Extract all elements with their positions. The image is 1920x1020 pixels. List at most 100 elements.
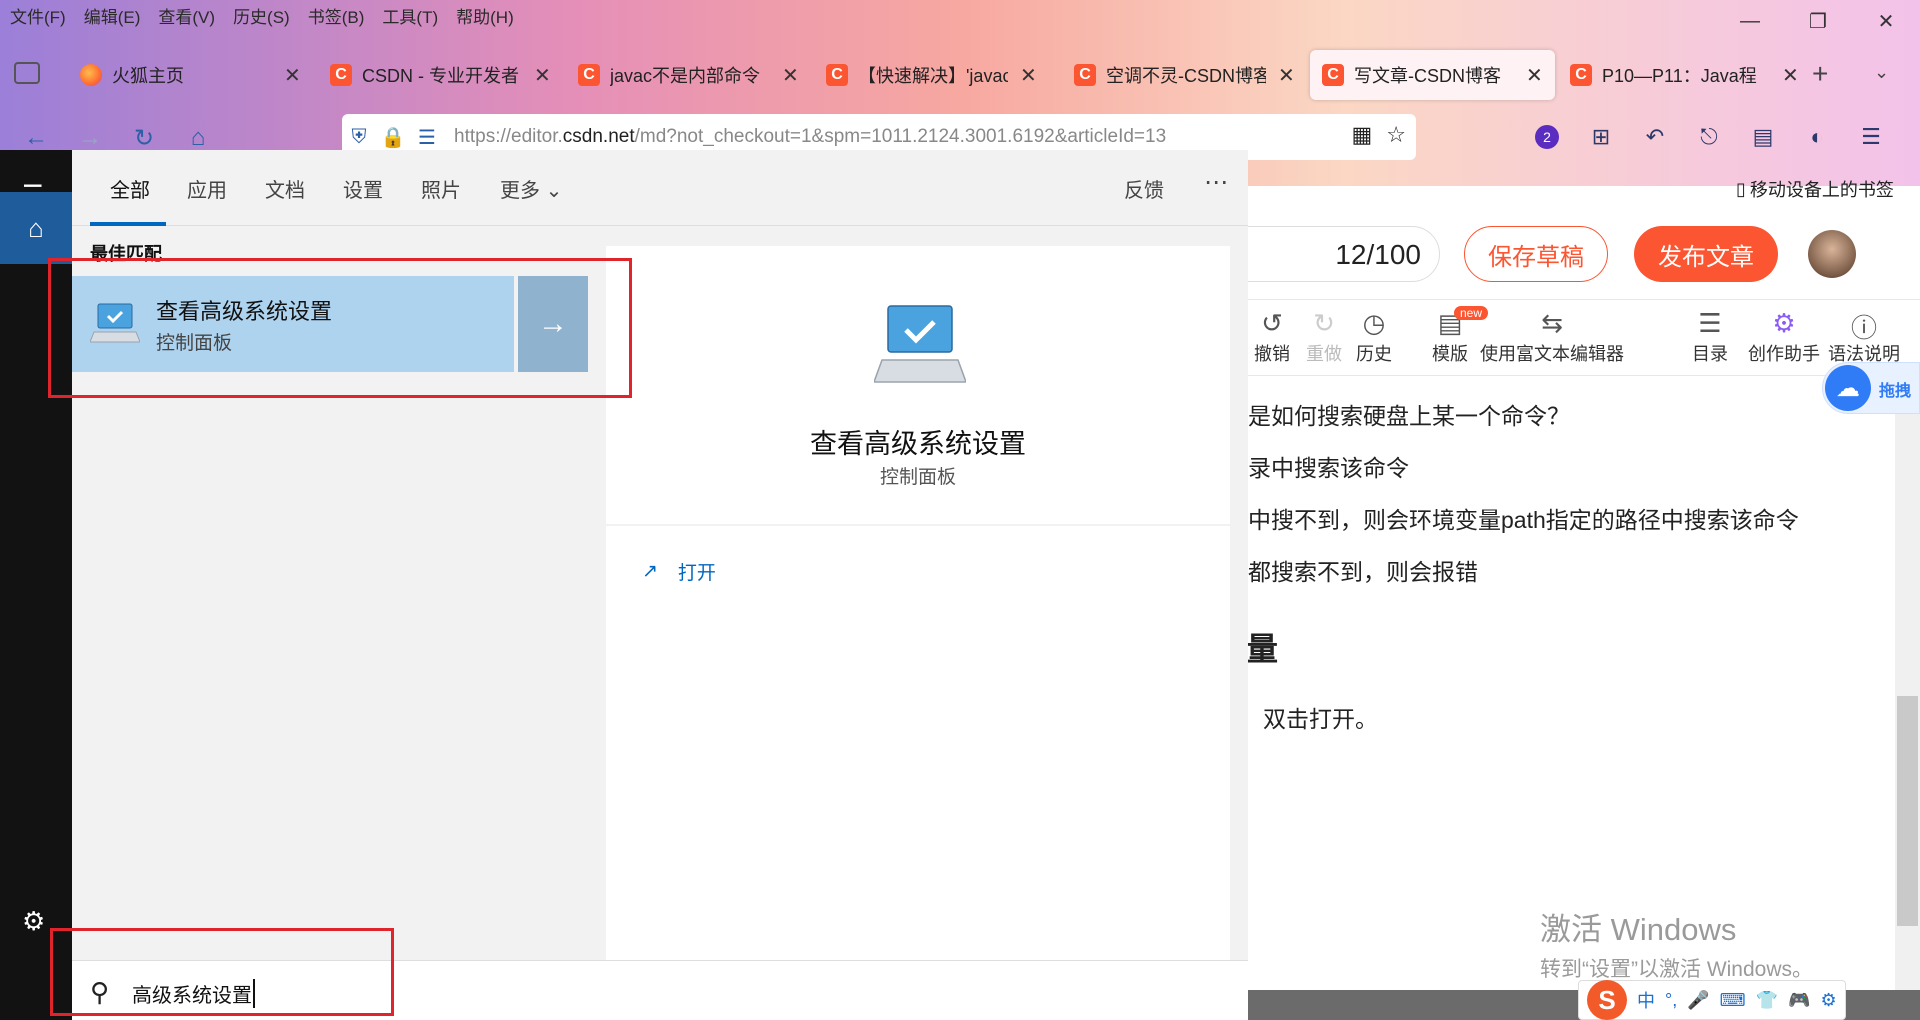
toc-icon: ☰	[1698, 308, 1722, 338]
tab-documents[interactable]: 文档	[265, 174, 305, 203]
minimize-icon[interactable]: —	[1716, 0, 1784, 42]
redo-button[interactable]: ↻ 重做	[1306, 308, 1342, 366]
url-text[interactable]: https://editor.csdn.net/md?not_checkout=…	[454, 126, 1324, 148]
activate-windows-watermark: 激活 Windows 转到“设置”以激活 Windows。	[1540, 904, 1813, 983]
tab-photos[interactable]: 照片	[421, 174, 461, 203]
robot-icon: ⚙	[1772, 308, 1796, 338]
scrollbar-thumb[interactable]	[1897, 696, 1918, 926]
ime-settings-icon[interactable]: ⚙	[1820, 990, 1836, 1011]
tab-list-chevron-icon[interactable]: ⌄	[1874, 62, 1889, 83]
close-tab-icon[interactable]: ✕	[534, 63, 551, 88]
extensions-puzzle-icon[interactable]: ⎋	[1692, 120, 1726, 154]
screenshot-crop-icon[interactable]: ⊞	[1584, 120, 1618, 154]
lock-icon[interactable]: 🔒	[376, 125, 410, 150]
article-content[interactable]: 是如何搜索硬盘上某一个命令？ 录中搜索该命令 中搜不到，则会环境变量path指定…	[1248, 390, 1799, 598]
tab-strip: 火狐主页 ✕ C CSDN - 专业开发者 ✕ C javac不是内部命令 ✕ …	[0, 48, 1920, 102]
close-tab-icon[interactable]: ✕	[1782, 63, 1799, 88]
tab-ac[interactable]: C 空调不灵-CSDN博客 ✕	[1074, 50, 1295, 100]
tab-label: 火狐主页	[112, 66, 184, 86]
tab-csdn-home[interactable]: C CSDN - 专业开发者 ✕	[330, 50, 551, 100]
editor-header: 12/100 保存草稿 发布文章	[1208, 206, 1920, 300]
avatar[interactable]	[1808, 230, 1856, 278]
close-tab-icon[interactable]: ✕	[782, 63, 799, 88]
drag-float-label: 拖拽	[1879, 383, 1912, 400]
tool-label: 撤销	[1254, 344, 1290, 364]
translate-icon[interactable]: ◐	[1800, 120, 1834, 154]
close-tab-icon[interactable]: ✕	[1278, 63, 1295, 88]
menu-file[interactable]: 文件(F)	[0, 0, 74, 28]
menu-help[interactable]: 帮助(H)	[446, 0, 522, 28]
content-line: 录中搜索该命令	[1248, 455, 1409, 481]
csdn-icon: C	[330, 64, 352, 86]
tab-settings[interactable]: 设置	[343, 174, 383, 203]
history-button[interactable]: ◷ 历史	[1356, 308, 1392, 366]
rich-text-editor-button[interactable]: ⇆ 使用富文本编辑器	[1480, 308, 1624, 366]
open-action[interactable]: ↗ 打开	[642, 558, 716, 585]
undo-icon: ↺	[1261, 308, 1283, 338]
keyboard-icon[interactable]: ⌨	[1720, 990, 1746, 1011]
close-tab-icon[interactable]: ✕	[1526, 63, 1543, 88]
switch-editor-icon: ⇆	[1541, 308, 1563, 338]
help-icon: ⓘ	[1850, 313, 1877, 343]
tab-label: 【快速解决】'javac	[858, 66, 1008, 86]
publish-button[interactable]: 发布文章	[1634, 226, 1778, 282]
tab-more[interactable]: 更多 ⌄	[500, 174, 562, 203]
tab-apps[interactable]: 应用	[187, 174, 227, 203]
tab-javac-1[interactable]: C javac不是内部命令 ✕	[578, 50, 799, 100]
computer-large-icon	[874, 305, 966, 383]
restore-icon[interactable]: ❐	[1784, 0, 1852, 42]
undo-button[interactable]: ↺ 撤销	[1254, 308, 1290, 366]
microphone-icon[interactable]: 🎤	[1687, 990, 1709, 1011]
open-external-icon: ↗	[642, 561, 658, 582]
new-tab-icon[interactable]: +	[1812, 58, 1828, 90]
permissions-icon[interactable]: ☰	[410, 125, 444, 150]
close-window-icon[interactable]: ✕	[1852, 0, 1920, 42]
toc-button[interactable]: ☰ 目录	[1692, 308, 1728, 366]
home-icon[interactable]: ⌂	[0, 192, 72, 264]
tab-write-article[interactable]: C 写文章-CSDN博客 ✕	[1310, 50, 1555, 100]
content-line: 都搜索不到，则会报错	[1248, 559, 1478, 585]
undo-close-icon[interactable]: ↶	[1638, 120, 1672, 154]
search-category-tabs: 全部 应用 文档 设置 照片 更多 ⌄ 反馈 ⋯	[72, 150, 1248, 226]
tab-javac-2[interactable]: C 【快速解决】'javac ✕	[826, 50, 1037, 100]
menu-history[interactable]: 历史(S)	[223, 0, 298, 28]
menu-tools[interactable]: 工具(T)	[372, 0, 446, 28]
tab-all[interactable]: 全部	[110, 174, 150, 203]
settings-gear-icon[interactable]: ⚙	[22, 906, 45, 937]
skin-icon[interactable]: 👕	[1756, 990, 1778, 1011]
extension-badge-icon[interactable]: 2	[1530, 120, 1564, 154]
game-icon[interactable]: 🎮	[1788, 990, 1810, 1011]
article-paragraph-fragment: ，双击打开。	[1240, 706, 1378, 732]
ime-chinese-mode[interactable]: 中	[1637, 987, 1655, 1013]
csdn-icon: C	[1322, 64, 1344, 86]
tab-label: CSDN - 专业开发者	[362, 66, 519, 86]
reader-page-icon[interactable]: ▤	[1746, 120, 1780, 154]
ime-punctuation-icon[interactable]: °,	[1665, 990, 1677, 1011]
more-options-icon[interactable]: ⋯	[1204, 168, 1228, 197]
ai-assistant-button[interactable]: ⚙ 创作助手	[1748, 308, 1820, 366]
tab-java[interactable]: C P10—P11：Java程 ✕	[1570, 50, 1799, 100]
mobile-bookmarks[interactable]: ▯ 移动设备上的书签	[1736, 176, 1894, 202]
qr-code-icon[interactable]: ▦	[1351, 122, 1372, 148]
menu-bookmarks[interactable]: 书签(B)	[298, 0, 373, 28]
drag-float-widget[interactable]: ☁ 拖拽	[1822, 362, 1920, 414]
syntax-help-button[interactable]: ⓘ 语法说明	[1828, 308, 1900, 366]
sogou-ime-icon[interactable]: S	[1587, 980, 1627, 1020]
feedback-button[interactable]: 反馈	[1124, 174, 1164, 203]
shield-icon[interactable]: ⛨	[342, 126, 376, 149]
sidebar-toggle-icon[interactable]	[14, 62, 40, 84]
tab-firefox-home[interactable]: 火狐主页 ✕	[80, 50, 301, 100]
app-menu-icon[interactable]: ☰	[1854, 120, 1888, 154]
editor-toolbar: ↺ 撤销 ↻ 重做 ◷ 历史 ▤ 模版 ⇆ 使用富文本编辑器 ☰ 目录 ⚙ 创作…	[1248, 300, 1920, 376]
content-line: 是如何搜索硬盘上某一个命令？	[1248, 403, 1570, 429]
close-tab-icon[interactable]: ✕	[284, 63, 301, 88]
result-detail-pane: 查看高级系统设置 控制面板 ↗ 打开	[606, 246, 1230, 960]
highlight-box-result	[48, 258, 632, 398]
menu-edit[interactable]: 编辑(E)	[74, 0, 149, 28]
menu-view[interactable]: 查看(V)	[148, 0, 223, 28]
save-draft-button[interactable]: 保存草稿	[1464, 226, 1608, 282]
csdn-editor-page: 12/100 保存草稿 发布文章 ↺ 撤销 ↻ 重做 ◷ 历史 ▤ 模版 ⇆ 使…	[1208, 206, 1920, 1020]
bookmark-star-icon[interactable]: ☆	[1386, 122, 1406, 148]
close-tab-icon[interactable]: ✕	[1020, 63, 1037, 88]
article-heading-fragment: 量	[1246, 631, 1279, 667]
